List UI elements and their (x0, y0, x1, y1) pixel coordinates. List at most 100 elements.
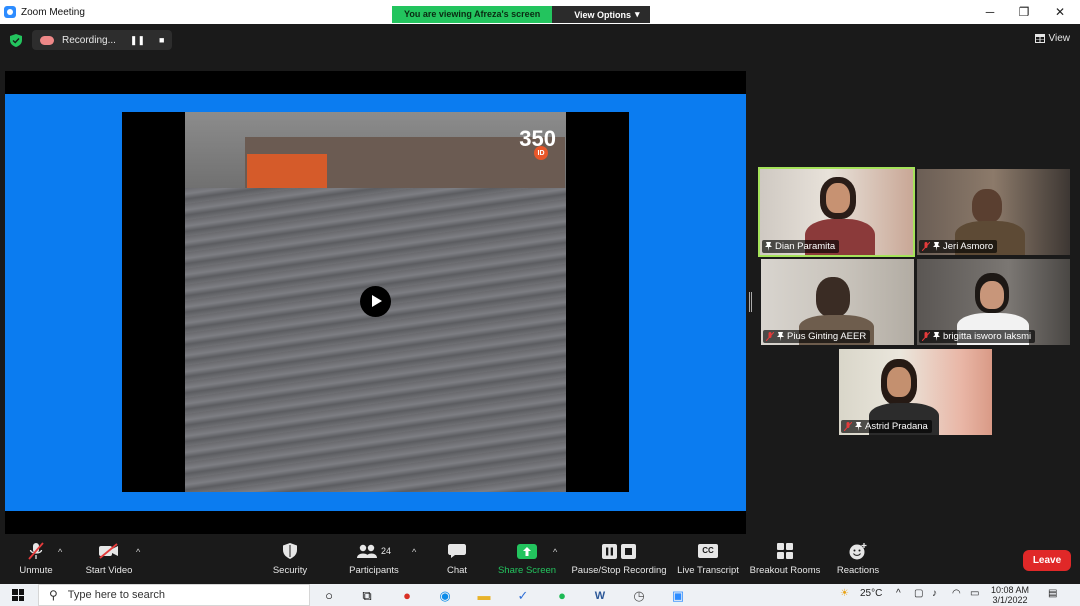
reactions-label: Reactions (836, 565, 880, 576)
live-transcript-label: Live Transcript (677, 565, 739, 576)
security-button[interactable]: Security (268, 535, 312, 580)
embedded-video[interactable]: 350 ID (122, 112, 629, 492)
zoom-logo-icon (4, 6, 16, 18)
volume-icon[interactable]: ♪ (932, 588, 937, 599)
participant-tile-pius-ginting[interactable]: Pius Ginting AEER (761, 259, 914, 345)
breakout-rooms-grid-icon (777, 543, 793, 559)
chat-bubble-icon (448, 544, 466, 558)
view-options-label: View Options (574, 9, 632, 20)
chrome-icon[interactable]: ● (398, 587, 416, 604)
audio-options-caret[interactable]: ^ (58, 547, 62, 557)
wifi-icon[interactable]: ◠ (952, 588, 961, 599)
recording-label: Recording... (62, 34, 116, 46)
temperature-label[interactable]: 25°C (860, 588, 882, 599)
participants-button[interactable]: 24 Participants (346, 535, 402, 580)
participants-icon (356, 544, 377, 558)
unmute-label: Unmute (19, 565, 53, 576)
participant-tile-astrid-pradana[interactable]: Astrid Pradana (839, 349, 992, 435)
pin-icon (933, 332, 940, 341)
close-button[interactable]: ✕ (1042, 0, 1078, 24)
security-shield-icon (283, 543, 297, 559)
participant-tile-brigitta-isworo-laksmi[interactable]: brigitta isworo laksmi (917, 259, 1070, 345)
recording-indicator: Recording... ❚❚ ■ (32, 30, 172, 50)
restore-button[interactable]: ❐ (1006, 0, 1042, 24)
play-icon[interactable] (360, 286, 391, 317)
security-shield-icon[interactable] (10, 34, 22, 47)
leave-button[interactable]: Leave (1023, 550, 1071, 571)
participant-tile-jeri-asmoro[interactable]: Jeri Asmoro (917, 169, 1070, 255)
shared-screen: 350 ID (5, 71, 746, 534)
participant-nametag: brigitta isworo laksmi (919, 330, 1036, 343)
participants-count: 24 (380, 546, 391, 556)
presentation-slide: 350 ID (5, 94, 746, 511)
pause-stop-recording-button[interactable]: Pause/Stop Recording (570, 535, 668, 580)
pause-recording-button[interactable]: ❚❚ (130, 35, 145, 46)
live-transcript-button[interactable]: CC Live Transcript (676, 535, 740, 580)
view-label: View (1048, 33, 1071, 44)
share-screen-label: Share Screen (497, 565, 557, 576)
viewing-screen-label: You are viewing Afreza's screen (392, 6, 553, 23)
participant-nametag: Jeri Asmoro (919, 240, 998, 253)
share-options-caret[interactable]: ^ (553, 547, 557, 557)
taskbar-clock[interactable]: 10:08 AM 3/1/2022 (991, 585, 1029, 605)
video-camera-off-icon (99, 543, 118, 559)
word-icon[interactable]: W (591, 587, 609, 604)
participants-label: Participants (349, 565, 399, 576)
spotify-icon[interactable]: ● (553, 587, 571, 604)
file-explorer-icon[interactable]: ▬ (475, 587, 493, 604)
participant-nametag: Astrid Pradana (841, 420, 932, 433)
pin-icon (855, 422, 862, 431)
unmute-button[interactable]: Unmute (14, 535, 58, 580)
start-video-label: Start Video (85, 565, 133, 576)
pin-icon (777, 332, 784, 341)
search-icon: ⚲ (49, 588, 58, 602)
participant-tile-dian-paramita[interactable]: Dian Paramita (758, 167, 915, 257)
cortana-circle-icon[interactable]: ○ (320, 587, 338, 604)
windows-taskbar: ⚲ Type here to search ○ ⧉ ● ◉ ▬ ✓ ● W ◷ … (0, 584, 1080, 606)
start-video-button[interactable]: Start Video (82, 535, 136, 580)
tray-app-icon[interactable]: ▢ (914, 588, 923, 599)
participant-nametag: Dian Paramita (762, 240, 840, 253)
weather-icon[interactable]: ☀ (840, 588, 849, 599)
pin-icon (765, 242, 772, 251)
zoom-app-icon[interactable]: ▣ (669, 587, 687, 604)
video-watermark-badge: ID (534, 146, 548, 160)
task-view-icon[interactable]: ⧉ (358, 587, 376, 604)
chat-button[interactable]: Chat (440, 535, 474, 580)
window-title: Zoom Meeting (21, 6, 85, 18)
battery-icon[interactable]: ▭ (970, 588, 979, 599)
security-label: Security (272, 565, 308, 576)
grid-view-icon (1034, 34, 1045, 43)
chat-label: Chat (446, 565, 468, 576)
taskbar-search-box[interactable]: ⚲ Type here to search (38, 584, 310, 606)
video-options-caret[interactable]: ^ (136, 547, 140, 557)
cloud-recording-icon (40, 35, 54, 45)
minimize-button[interactable]: ─ (972, 0, 1008, 24)
windows-start-icon[interactable] (12, 589, 24, 601)
meeting-top-bar: Recording... ❚❚ ■ View (0, 24, 1080, 58)
share-screen-icon (517, 543, 537, 559)
stop-recording-button[interactable]: ■ (159, 35, 164, 45)
clock-app-icon[interactable]: ◷ (630, 587, 648, 604)
smiley-face-icon (849, 542, 867, 559)
notifications-icon[interactable]: ▤ (1048, 588, 1057, 599)
clock-date: 3/1/2022 (992, 595, 1028, 605)
participants-options-caret[interactable]: ^ (412, 547, 416, 557)
clock-time: 10:08 AM (991, 585, 1030, 595)
closed-captions-icon: CC (698, 544, 718, 558)
screen-share-banner: You are viewing Afreza's screen View Opt… (392, 6, 650, 23)
edge-icon[interactable]: ◉ (436, 587, 454, 604)
pause-stop-recording-label: Pause/Stop Recording (571, 565, 667, 576)
mic-muted-icon (922, 332, 930, 341)
chevron-down-icon: ▾ (635, 9, 640, 19)
search-placeholder: Type here to search (67, 589, 166, 601)
reactions-button[interactable]: Reactions (834, 535, 882, 580)
show-hidden-icons-chevron-icon[interactable]: ^ (896, 588, 901, 599)
pin-icon (933, 242, 940, 251)
share-screen-button[interactable]: Share Screen (496, 535, 558, 580)
view-options-button[interactable]: View Options ▾ (552, 6, 650, 23)
todo-check-icon[interactable]: ✓ (514, 587, 532, 604)
breakout-rooms-button[interactable]: Breakout Rooms (748, 535, 822, 580)
panel-resize-handle[interactable] (749, 292, 752, 312)
view-button[interactable]: View (1034, 33, 1071, 44)
